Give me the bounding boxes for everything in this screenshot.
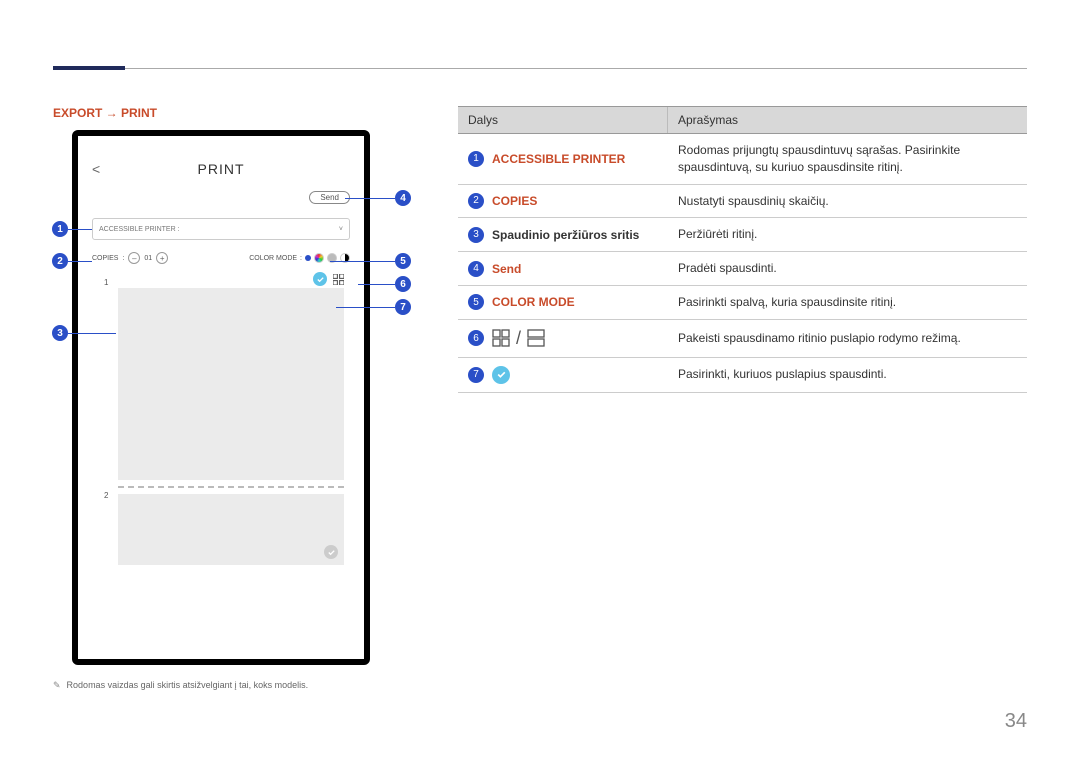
row-desc: Pasirinkti spalvą, kuria spausdinsite ri… [668,286,1027,319]
callout-2-line [68,261,92,262]
page-separator [118,486,344,488]
row-badge: 5 [468,294,484,310]
table-head-parts: Dalys [458,107,668,133]
table-head-description: Aprašymas [668,107,1027,133]
callout-1: 1 [52,221,68,237]
callout-5-line [330,261,395,262]
callout-7: 7 [395,299,411,315]
row-label: COLOR MODE [492,295,575,309]
row-desc: Nustatyti spausdinių skaičių. [668,185,1027,218]
page1-number: 1 [104,278,108,287]
send-button[interactable]: Send [309,191,350,204]
grid-icon [492,329,510,347]
header-rule [53,68,1027,69]
page2-number: 2 [104,491,108,500]
page-number: 34 [1005,710,1027,733]
settings-row: COPIES : – 01 + COLOR MODE : [92,252,350,264]
layout-grid-icon[interactable] [333,274,344,285]
table-row: 4 Send Pradėti spausdinti. [458,252,1027,286]
row-desc: Peržiūrėti ritinį. [668,218,1027,251]
table-row: 1 ACCESSIBLE PRINTER Rodomas prijungtų s… [458,134,1027,185]
row-label: ACCESSIBLE PRINTER [492,152,625,166]
footnote: Rodomas vaizdas gali skirtis atsižvelgia… [53,680,308,691]
row-badge: 7 [468,367,484,383]
copies-minus-button[interactable]: – [128,252,140,264]
callout-5: 5 [395,253,411,269]
row-badge: 3 [468,227,484,243]
row-desc: Pradėti spausdinti. [668,252,1027,285]
row-desc: Pakeisti spausdinamo ritinio puslapio ro… [668,322,1027,355]
header-accent [53,66,125,70]
device-title: PRINT [78,161,364,177]
rows-icon [527,329,545,347]
callout-7-line [336,307,395,308]
table-row: 6 / Pakeisti spausdinamo ritinio puslapi… [458,320,1027,358]
colormode-dot-selected-icon [305,255,311,261]
row-desc: Rodomas prijungtų spausdintuvų sąrašas. … [668,134,1027,184]
printer-label: ACCESSIBLE PRINTER : [99,226,180,233]
callout-4: 4 [395,190,411,206]
row-label: COPIES [492,194,537,208]
table-row: 7 Pasirinkti, kuriuos puslapius spausdin… [458,358,1027,393]
callout-6: 6 [395,276,411,292]
callout-6-line [358,284,395,285]
callout-4-line [345,198,395,199]
printer-select[interactable]: ACCESSIBLE PRINTER : ˅ [92,218,350,240]
page-select-check-icon[interactable] [313,272,327,286]
check-circle-icon [492,366,510,384]
row-badge: 2 [468,193,484,209]
callout-1-line [68,229,92,230]
chevron-down-icon: ˅ [339,226,343,233]
copies-value: 01 [144,255,152,262]
colormode-color-button[interactable] [314,253,324,263]
copies-plus-button[interactable]: + [156,252,168,264]
device-frame: < PRINT Send ACCESSIBLE PRINTER : ˅ COPI… [72,130,370,665]
table-header: Dalys Aprašymas [458,106,1027,134]
callout-3: 3 [52,325,68,341]
page2-check-icon [324,545,338,559]
layout-icons-label: / [492,328,545,349]
preview-page-1[interactable]: 1 [118,288,344,480]
row-label: Send [492,262,521,276]
colormode-label: COLOR MODE [249,255,297,262]
row-label: Spaudinio peržiūros sritis [492,228,639,242]
row-desc: Pasirinkti, kuriuos puslapius spausdinti… [668,358,1027,391]
table-row: 2 COPIES Nustatyti spausdinių skaičių. [458,185,1027,219]
copies-label: COPIES [92,255,118,262]
row-badge: 1 [468,151,484,167]
table-row: 3 Spaudinio peržiūros sritis Peržiūrėti … [458,218,1027,252]
callout-3-line [68,333,116,334]
table-row: 5 COLOR MODE Pasirinkti spalvą, kuria sp… [458,286,1027,320]
preview-area: 1 2 [118,288,344,644]
row-badge: 6 [468,330,484,346]
breadcrumb: EXPORT → PRINT [53,106,157,120]
callout-2: 2 [52,253,68,269]
row-badge: 4 [468,261,484,277]
description-table: Dalys Aprašymas 1 ACCESSIBLE PRINTER Rod… [458,106,1027,393]
preview-page-2[interactable]: 2 [118,494,344,565]
